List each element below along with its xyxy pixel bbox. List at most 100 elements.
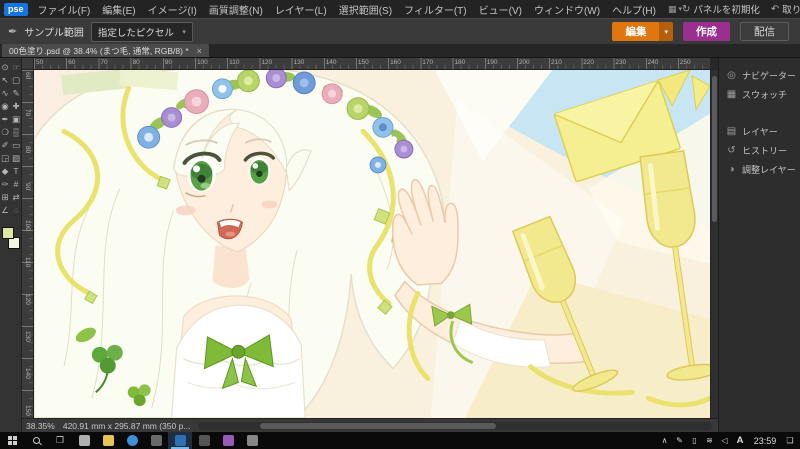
share-mode-button[interactable]: 配信 bbox=[740, 22, 789, 41]
horizontal-ruler[interactable]: 50 60 70 80 90 100 110 120 130 140 150 160 170 180 190… bbox=[34, 58, 710, 70]
panel-separator bbox=[719, 104, 800, 122]
edit-mode-button[interactable]: 編集 ▾ bbox=[612, 22, 673, 41]
tray-battery-icon[interactable]: ▯ bbox=[687, 436, 702, 445]
crop-tool-icon[interactable]: # bbox=[11, 179, 21, 189]
workspace-switcher[interactable]: ▦ ▾ bbox=[668, 4, 682, 15]
tray-volume-icon[interactable]: ◁ bbox=[717, 436, 732, 445]
content-aware-move-tool-icon[interactable]: ⇄ bbox=[11, 192, 21, 202]
close-icon[interactable]: × bbox=[197, 46, 202, 56]
eyedropper-tool-icon[interactable]: ✒ bbox=[0, 114, 10, 124]
type-tool-icon[interactable]: T bbox=[11, 166, 21, 176]
healing-brush-tool-icon[interactable]: ✚ bbox=[11, 101, 21, 111]
ruler-number: 130 bbox=[293, 59, 305, 66]
sample-size-value: 指定したピクセル bbox=[97, 27, 174, 39]
clone-stamp-tool-icon[interactable]: ▣ bbox=[11, 114, 21, 124]
undo-button[interactable]: ↶ 取り消し bbox=[771, 2, 800, 17]
color-wells bbox=[1, 227, 20, 249]
search-button[interactable] bbox=[24, 432, 48, 449]
panel-item-layers[interactable]: ▤ レイヤー bbox=[719, 122, 800, 141]
edit-mode-caret-icon[interactable]: ▾ bbox=[659, 22, 673, 41]
menu-item[interactable]: ビュー(V) bbox=[473, 2, 528, 17]
ruler-number: 100 bbox=[24, 220, 31, 231]
taskbar-app-1[interactable] bbox=[72, 432, 96, 449]
taskbar-app-3[interactable] bbox=[144, 432, 168, 449]
ime-indicator[interactable]: A bbox=[732, 435, 748, 446]
red-eye-tool-icon[interactable]: ◉ bbox=[0, 101, 10, 111]
app-logo[interactable]: pse bbox=[4, 2, 28, 16]
menu-item[interactable]: フィルター(T) bbox=[398, 2, 473, 17]
menu-list: ファイル(F) 編集(E) イメージ(I) 画質調整(N) レイヤー(L) 選択範囲(S)… bbox=[32, 2, 662, 17]
brush-tool-icon[interactable]: ✐ bbox=[0, 140, 10, 150]
vertical-ruler[interactable]: 60708090100110120130140150160 bbox=[22, 70, 34, 418]
vertical-scrollbar-thumb[interactable] bbox=[712, 76, 717, 223]
selection-brush-tool-icon[interactable]: ◌ bbox=[11, 205, 21, 215]
marquee-tool-icon[interactable]: ▢ bbox=[11, 75, 21, 85]
start-button[interactable] bbox=[0, 432, 24, 449]
quick-selection-tool-icon[interactable]: ✎ bbox=[11, 88, 21, 98]
taskbar-app-2[interactable] bbox=[120, 432, 144, 449]
lasso-tool-icon[interactable]: ∿ bbox=[0, 88, 10, 98]
menu-item[interactable]: ウィンドウ(W) bbox=[528, 2, 606, 17]
foreground-color-swatch[interactable] bbox=[1, 227, 14, 239]
panel-label: レイヤー bbox=[742, 127, 778, 137]
ruler-number: 60 bbox=[24, 72, 31, 80]
menu-item[interactable]: 選択範囲(S) bbox=[333, 2, 398, 17]
ruler-number: 140 bbox=[24, 368, 31, 379]
ruler-number: 250 bbox=[679, 59, 691, 66]
share-mode-label: 配信 bbox=[754, 26, 775, 38]
canvas-artwork bbox=[34, 70, 710, 418]
panel-icon: ◎ bbox=[727, 70, 736, 81]
zoom-level[interactable]: 38.35% bbox=[26, 421, 55, 431]
vertical-scrollbar[interactable] bbox=[710, 70, 718, 418]
taskbar-app-4[interactable] bbox=[192, 432, 216, 449]
pencil-tool-icon[interactable]: ✑ bbox=[0, 179, 10, 189]
panel-item-adjustment-layers[interactable]: ◑ 調整レイヤー bbox=[719, 160, 800, 179]
gradient-tool-icon[interactable]: ▧ bbox=[11, 153, 21, 163]
menu-item[interactable]: 編集(E) bbox=[96, 2, 141, 17]
ruler-number: 170 bbox=[422, 59, 434, 66]
tray-network-icon[interactable]: ≋ bbox=[702, 436, 717, 445]
menu-item[interactable]: レイヤー(L) bbox=[269, 2, 333, 17]
sample-size-select[interactable]: 指定したピクセル ▾ bbox=[90, 21, 193, 42]
panel-item-swatches[interactable]: ▦ スウォッチ bbox=[719, 85, 800, 104]
move-tool-icon[interactable]: ↖ bbox=[0, 75, 10, 85]
recompose-tool-icon[interactable]: ⊞ bbox=[0, 192, 10, 202]
reset-panels-icon: ↻ bbox=[682, 3, 691, 15]
tray-pen-icon[interactable]: ✎ bbox=[672, 436, 687, 445]
blur-tool-icon[interactable]: ❍ bbox=[0, 127, 10, 137]
hand-tool-icon[interactable]: ☞ bbox=[11, 62, 21, 72]
panel-icon: ◑ bbox=[728, 164, 735, 175]
menu-item[interactable]: 画質調整(N) bbox=[203, 2, 269, 17]
taskbar-file-explorer[interactable] bbox=[96, 432, 120, 449]
straighten-tool-icon[interactable]: ∠ bbox=[0, 205, 10, 215]
ruler-number: 120 bbox=[24, 294, 31, 305]
horizontal-scrollbar[interactable] bbox=[198, 421, 712, 430]
zoom-tool-icon[interactable]: ⊙ bbox=[0, 62, 10, 72]
panel-group-1: ◎ ナビゲーター ▦ スウォッチ bbox=[719, 66, 800, 104]
document-tab[interactable]: 00色塗り.psd @ 38.4% (まつ毛, 通常, RGB/8) * × bbox=[2, 44, 209, 57]
action-center-icon[interactable]: ❏ bbox=[782, 436, 798, 445]
app-icon bbox=[246, 435, 258, 446]
taskbar-app-5[interactable] bbox=[216, 432, 240, 449]
menu-item[interactable]: ヘルプ(H) bbox=[606, 2, 662, 17]
taskbar-app-6[interactable] bbox=[240, 432, 264, 449]
horizontal-scrollbar-thumb[interactable] bbox=[260, 422, 497, 429]
ruler-number: 90 bbox=[164, 59, 172, 66]
panel-item-history[interactable]: ↺ ヒストリー bbox=[719, 141, 800, 160]
create-mode-button[interactable]: 作成 bbox=[683, 22, 730, 41]
paint-bucket-tool-icon[interactable]: ◲ bbox=[0, 153, 10, 163]
panel-item-navigator[interactable]: ◎ ナビゲーター bbox=[719, 66, 800, 85]
task-view-button[interactable]: ❐ bbox=[48, 432, 72, 449]
taskbar-photoshop-elements[interactable] bbox=[168, 432, 192, 449]
menu-item[interactable]: イメージ(I) bbox=[142, 2, 203, 17]
eyedropper-options-icon: ✒ bbox=[8, 26, 18, 38]
taskbar-clock[interactable]: 23:59 bbox=[748, 436, 782, 446]
tray-chevron-icon[interactable]: ∧ bbox=[657, 436, 672, 445]
reset-panels-button[interactable]: ↻ パネルを初期化 bbox=[682, 2, 760, 17]
sponge-tool-icon[interactable]: ▒ bbox=[11, 127, 21, 137]
menu-item[interactable]: ファイル(F) bbox=[32, 2, 97, 17]
document-canvas[interactable] bbox=[34, 70, 710, 418]
ruler-number: 240 bbox=[647, 59, 659, 66]
eraser-tool-icon[interactable]: ▭ bbox=[11, 140, 21, 150]
shape-tool-icon[interactable]: ◆ bbox=[0, 166, 10, 176]
